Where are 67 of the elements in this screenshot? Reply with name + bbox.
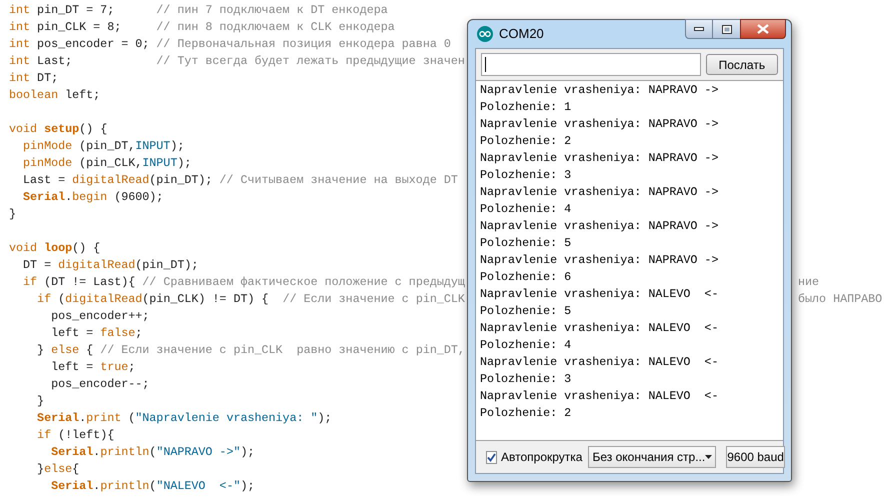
output-line: Polozhenie: 5 — [480, 236, 572, 250]
output-line: Polozhenie: 1 — [480, 100, 572, 114]
code-line: DT = digitalRead(pin_DT); — [22, 258, 198, 272]
baud-rate-dropdown[interactable]: 9600 baud — [726, 446, 785, 468]
autoscroll-checkbox[interactable] — [486, 450, 497, 464]
output-line: Napravlenie vrasheniya: NAPRAVO -> — [480, 253, 718, 267]
output-line: Napravlenie vrasheniya: NALEVO <- — [480, 355, 718, 369]
checkmark-icon — [487, 452, 496, 462]
output-line: Napravlenie vrasheniya: NALEVO <- — [480, 287, 718, 301]
minimize-icon — [694, 27, 704, 31]
code-line: Last = digitalRead(pin_DT); // Считываем значение на выходе DT — [22, 173, 458, 187]
output-line: Napravlenie vrasheniya: NAPRAVO -> — [480, 151, 718, 165]
output-line: Polozhenie: 2 — [480, 134, 572, 148]
line-ending-dropdown[interactable]: Без окончания стр... — [588, 446, 716, 468]
input-field[interactable] — [481, 53, 701, 76]
output-line: Polozhenie: 5 — [480, 304, 572, 318]
output-line: Polozhenie: 2 — [480, 406, 572, 420]
output-line: Napravlenie vrasheniya: NAPRAVO -> — [480, 219, 718, 233]
close-icon — [757, 24, 769, 34]
output-line: Polozhenie: 3 — [480, 168, 572, 182]
code-line-fragment: было НАПРАВО — [798, 291, 882, 308]
code-line: if (digitalRead(pin_CLK) != DT) { // Если значение с pin_CLK — [36, 292, 465, 306]
code-line: } — [9, 207, 16, 221]
code-line: void setup() { — [9, 122, 108, 136]
maximize-button[interactable] — [713, 19, 740, 39]
code-line: int pin_CLK = 8; // пин 8 подключаем к CLK енкодера — [9, 20, 395, 34]
code-line: pinMode (pin_CLK,INPUT); — [22, 156, 192, 170]
output-line: Polozhenie: 4 — [480, 338, 572, 352]
output-line: Napravlenie vrasheniya: NAPRAVO -> — [480, 117, 718, 131]
close-button[interactable] — [740, 19, 786, 39]
code-line: pos_encoder++; — [50, 309, 150, 323]
maximize-icon — [722, 24, 732, 34]
code-line: int pin_DT = 7; // пин 7 подключаем к DT енкодера — [9, 3, 388, 17]
autoscroll-label: Автопрокрутка — [501, 449, 582, 466]
code-line: }else{ — [36, 462, 80, 476]
code-line: if (!left){ — [36, 428, 114, 442]
output-line: Napravlenie vrasheniya: NALEVO <- — [480, 321, 718, 335]
code-line: pos_encoder--; — [50, 377, 150, 391]
code-line: int pos_encoder = 0; // Первоначальная позиция енкодера равна 0 — [9, 37, 451, 51]
code-line: int DT; — [9, 71, 58, 85]
infinity-logo-icon — [477, 26, 493, 42]
code-line: if (DT != Last){ // Сравниваем фактическое положение с предыдущ — [22, 275, 465, 289]
code-line: pinMode (pin_DT,INPUT); — [22, 139, 184, 153]
dropdown-value: Без окончания стр... — [592, 449, 706, 466]
code-line: Serial.begin (9600); — [22, 190, 164, 204]
code-line: left = true; — [50, 360, 136, 374]
output-line: Polozhenie: 6 — [480, 270, 572, 284]
output-line: Napravlenie vrasheniya: NAPRAVO -> — [480, 185, 718, 199]
window-title: COM20 — [499, 25, 544, 44]
dropdown-caret-icon — [705, 455, 712, 459]
code-line: void loop() { — [9, 241, 100, 255]
code-line: boolean left; — [9, 88, 100, 102]
output-line: Polozhenie: 4 — [480, 202, 572, 216]
code-line: Serial.print ("Napravlenie vrasheniya: "); — [36, 411, 332, 425]
code-line: } — [36, 394, 44, 408]
output-line: Polozhenie: 3 — [480, 372, 572, 386]
code-line: Serial.println("NALEVO <-"); — [50, 479, 255, 493]
code-line: } else { // Если значение с pin_CLK равно значению с pin_DT, — [36, 343, 465, 357]
send-button[interactable]: Послать — [706, 54, 778, 75]
code-line: left = false; — [50, 326, 142, 340]
code-line: Serial.println("NAPRAVO ->"); — [50, 445, 255, 459]
output-line: Napravlenie vrasheniya: NAPRAVO -> — [480, 83, 718, 97]
output-line: Napravlenie vrasheniya: NALEVO <- — [480, 389, 718, 403]
minimize-button[interactable] — [685, 19, 713, 39]
code-line: int Last; // Тут всегда будет лежать предыдущие значен — [9, 54, 465, 68]
code-line-fragment: ние — [798, 274, 820, 291]
text-cursor — [485, 57, 486, 72]
